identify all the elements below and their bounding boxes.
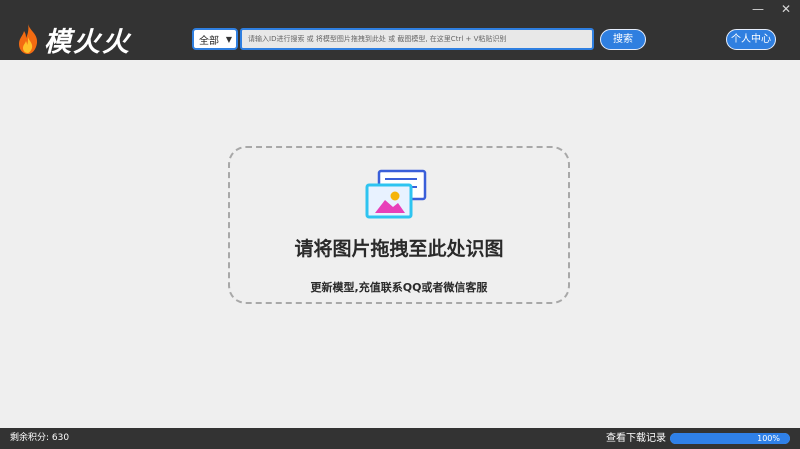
close-button[interactable]: ✕ — [772, 0, 800, 19]
status-bar: 剩余积分: 630 查看下载记录 100% — [0, 428, 800, 449]
drop-zone-subtitle: 更新模型,充值联系QQ或者微信客服 — [310, 281, 488, 294]
search-input[interactable]: 请输入ID进行搜索 或 将模型图片拖拽到此处 或 截图模型, 在这里Ctrl +… — [240, 28, 594, 50]
header: 模火火 全部 ▼ 请输入ID进行搜索 或 将模型图片拖拽到此处 或 截图模型, … — [0, 19, 800, 60]
drop-zone-title: 请将图片拖拽至此处识图 — [294, 238, 504, 260]
category-select-value: 全部 — [199, 35, 219, 47]
search-button[interactable]: 搜索 — [600, 29, 646, 50]
image-drop-zone[interactable]: 请将图片拖拽至此处识图 更新模型,充值联系QQ或者微信客服 — [228, 146, 570, 304]
credits-label: 剩余积分: 630 — [10, 433, 70, 443]
chevron-down-icon: ▼ — [225, 35, 232, 44]
logo: 模火火 — [16, 21, 131, 58]
image-upload-icon — [365, 169, 427, 219]
category-select[interactable]: 全部 ▼ — [192, 28, 238, 50]
minimize-button[interactable]: — — [744, 0, 772, 19]
user-center-button[interactable]: 个人中心 — [726, 29, 776, 50]
title-bar: — ✕ — [0, 0, 800, 19]
download-records-link[interactable]: 查看下载记录 — [606, 428, 666, 449]
app-logo-text: 模火火 — [44, 26, 131, 58]
progress-label: 100% — [757, 434, 780, 443]
flame-icon — [19, 24, 38, 54]
progress-bar: 100% — [670, 433, 790, 444]
search-placeholder: 请输入ID进行搜索 或 将模型图片拖拽到此处 或 截图模型, 在这里Ctrl +… — [248, 35, 507, 43]
